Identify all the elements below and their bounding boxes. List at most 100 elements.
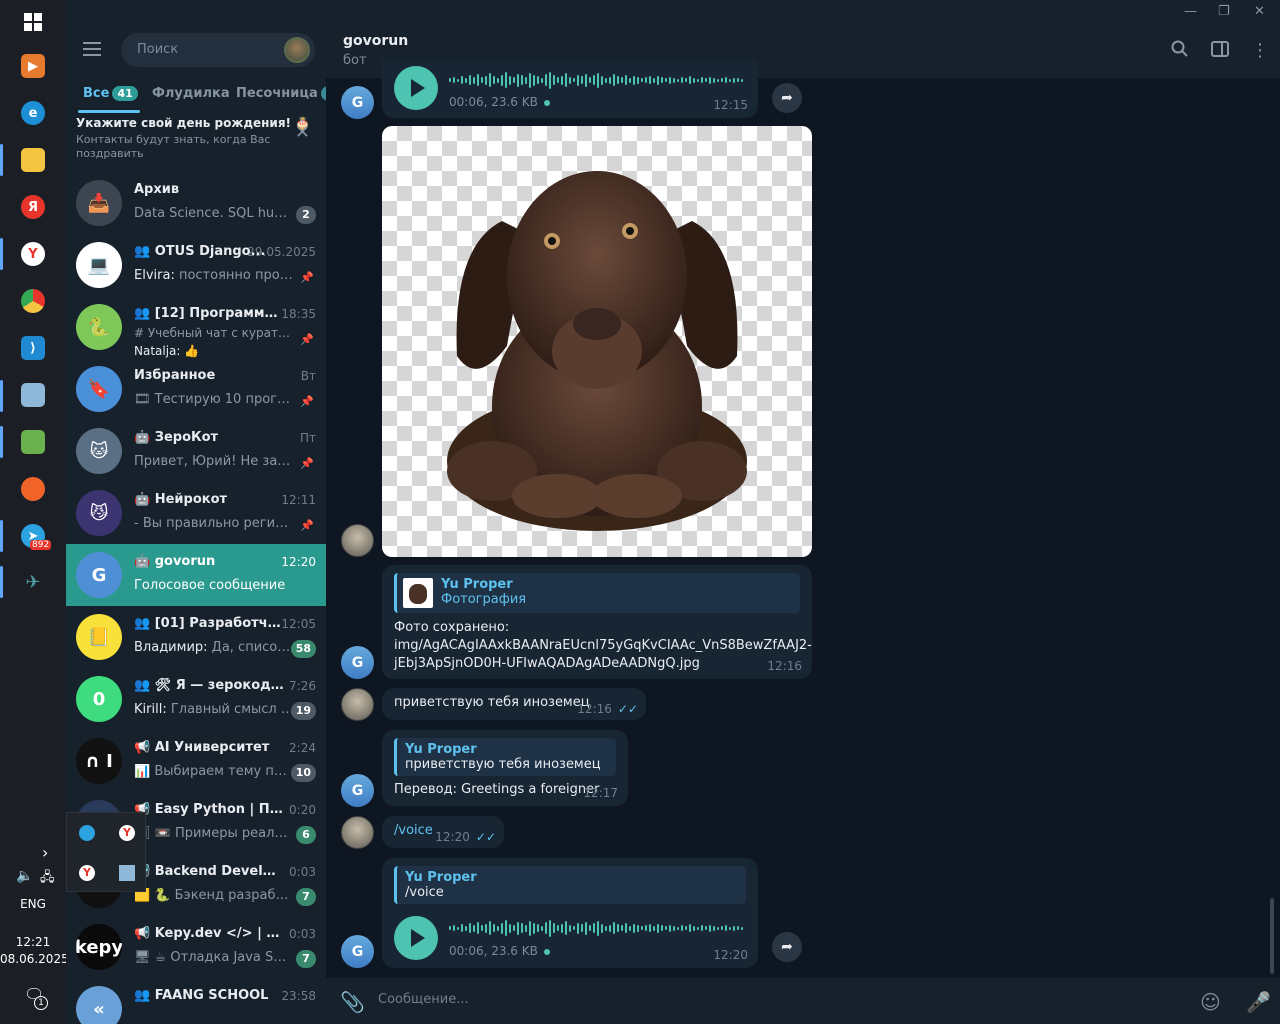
user-avatar[interactable] [341,688,374,721]
tray-yandex-browser-icon[interactable]: Y [79,865,95,881]
waveform-bar [645,77,647,83]
chat-scrollbar[interactable] [1270,898,1274,974]
network-icon[interactable]: 🖧 [40,868,55,890]
chat-list-item[interactable]: « 👥 FAANG SCHOOL 23:58 [66,978,326,1024]
taskbar-active-indicator [0,426,3,458]
bot-command-link[interactable]: /voice [394,823,433,838]
forward-icon[interactable]: ➦ [772,83,802,113]
close-icon[interactable]: ✕ [295,122,310,143]
voice-waveform[interactable] [449,70,745,90]
attach-paperclip-icon[interactable]: 📎 [340,990,365,1014]
waveform-bar [457,78,459,82]
search-input[interactable]: Поиск [121,33,315,67]
forward-icon[interactable]: ➦ [772,932,802,962]
reply-author: Yu Proper [405,742,477,757]
tab-sandbox[interactable]: Песочница2 [236,86,326,101]
peer-name[interactable]: govorun [343,33,408,49]
outgoing-message: /voice 12:20 ✓✓ [382,816,504,848]
sidebar-toggle-icon[interactable] [1211,40,1229,63]
windows-logo-icon[interactable] [21,10,45,34]
chat-list-item[interactable]: 🐱 🤖 ЗероКот Пт Привет, Юрий! Не заб... 📌 [66,420,326,482]
account-avatar[interactable] [284,37,310,63]
waveform-bar [705,926,707,930]
waveform-bar [569,76,571,84]
chat-list-item[interactable]: kepy 📢 Kepy.dev </> | Pyth... 0:03 🖥 ☕ Отла… [66,916,326,978]
tray-expand-chevron-icon[interactable]: › [42,843,48,862]
more-options-icon[interactable]: ⋮ [1251,40,1269,61]
waveform-bar [457,926,459,930]
taskbar-active-indicator [0,520,3,552]
waveform-bar [701,77,703,83]
minimize-icon[interactable]: — [1184,4,1197,19]
microphone-icon[interactable]: 🎤 [1246,990,1271,1014]
chat-list-item[interactable]: 📒 👥 [01] Разработчик ...12:05 Владимир: Да… [66,606,326,668]
chat-preview: - Вы правильно регист... [134,516,294,531]
chat-list-item[interactable]: ∩ I 📢 AI Университет 2:24 📊 Выбираем тему п… [66,730,326,792]
menu-hamburger-icon[interactable] [83,42,101,56]
tray-yandex-icon[interactable]: Y [119,825,135,841]
chat-list-item[interactable]: 💻 👥 OTUS Django... 29.05.2025 Elvira: посто… [66,234,326,296]
waveform-bar [733,925,735,931]
tab-fludilka[interactable]: Флудилка [152,86,230,101]
chat-name: 📢 Backend Developer ... [134,864,284,879]
voice-meta: 00:06, 23.6 KB [449,95,550,109]
play-button[interactable] [394,66,438,110]
yandex-icon[interactable]: Я [21,195,45,219]
restore-icon[interactable]: ❐ [1218,4,1230,19]
waveform-bar [669,924,671,932]
chat-list-item[interactable]: 🐍 👥 [12] Программир... 18:35 # Учебный чат … [66,296,326,358]
dog-image [447,171,747,531]
voice-waveform[interactable] [449,918,745,938]
saved-photo-message: Yu Proper Фотография Фото сохранено: img… [382,565,812,679]
chat-list-item[interactable]: 0 👥 🛠 Я — зерокодер 7:26 Kirill: Главный см… [66,668,326,730]
emoji-icon[interactable]: ☺ [1200,990,1221,1014]
chat-time: 12:11 [281,493,316,507]
media-player-icon[interactable]: ▶ [21,54,45,78]
pin-icon: 📌 [300,395,314,408]
bird-app-icon[interactable]: ✈ [21,570,45,594]
notepad-icon[interactable] [21,383,45,407]
waveform-bar [505,920,507,936]
waveform-bar [629,925,631,931]
clock-time[interactable]: 12:21 [0,935,66,949]
vscode-icon[interactable]: ⟩ [21,336,45,360]
chat-list-item[interactable]: G 🤖 govorun 12:20 Голосовое сообщение [66,544,326,606]
waveform-bar [633,75,635,85]
user-avatar[interactable] [341,816,374,849]
bot-avatar[interactable]: G [341,646,374,679]
chat-list-item[interactable]: 📥 Архив Data Science. SQL hub, ... 2 [66,172,326,234]
input-language[interactable]: ENG [0,897,66,911]
chat-list-item[interactable]: 😼 🤖 Нейрокот 12:11 - Вы правильно регист...… [66,482,326,544]
tray-app-icon[interactable] [119,865,135,881]
speaker-icon[interactable]: 🔈 [16,868,33,884]
user-avatar[interactable] [341,524,374,557]
waveform-bar [497,925,499,931]
birthday-banner[interactable]: Укажите свой день рождения! 🎂 Контакты б… [76,116,316,161]
bot-avatar[interactable]: G [341,935,374,968]
reply-quote[interactable]: Yu Proper /voice [394,866,746,904]
bot-avatar[interactable]: G [341,774,374,807]
waveform-bar [597,920,599,936]
clock-date[interactable]: 08.06.2025 [0,952,69,966]
waveform-bar [701,925,703,931]
yandex-browser-icon[interactable]: Y [21,242,45,266]
chat-list-item[interactable]: 🔖 Избранное Вт 🎞 Тестирую 10 програ... 📌 [66,358,326,420]
edge-icon[interactable]: e [21,101,45,125]
search-icon[interactable] [1171,40,1189,63]
play-button[interactable] [394,916,438,960]
tab-all[interactable]: Все 41 [83,86,138,101]
file-explorer-icon[interactable] [21,148,45,172]
dog-photo[interactable] [382,126,812,557]
chat-time: 0:03 [289,865,316,879]
firefox-icon[interactable] [21,477,45,501]
spreadsheet-icon[interactable] [21,430,45,454]
reply-quote[interactable]: Yu Proper приветствую тебя иноземец [394,738,616,776]
reply-quote[interactable]: Yu Proper Фотография [394,573,800,613]
chat-time: 7:26 [289,679,316,693]
bot-avatar[interactable]: G [341,86,374,119]
message-input[interactable]: Сообщение... [378,992,469,1007]
chrome-icon[interactable] [21,289,45,313]
window-close-icon[interactable]: ✕ [1254,4,1265,19]
tray-telegram-icon[interactable] [79,825,95,841]
waveform-bar [709,76,711,84]
